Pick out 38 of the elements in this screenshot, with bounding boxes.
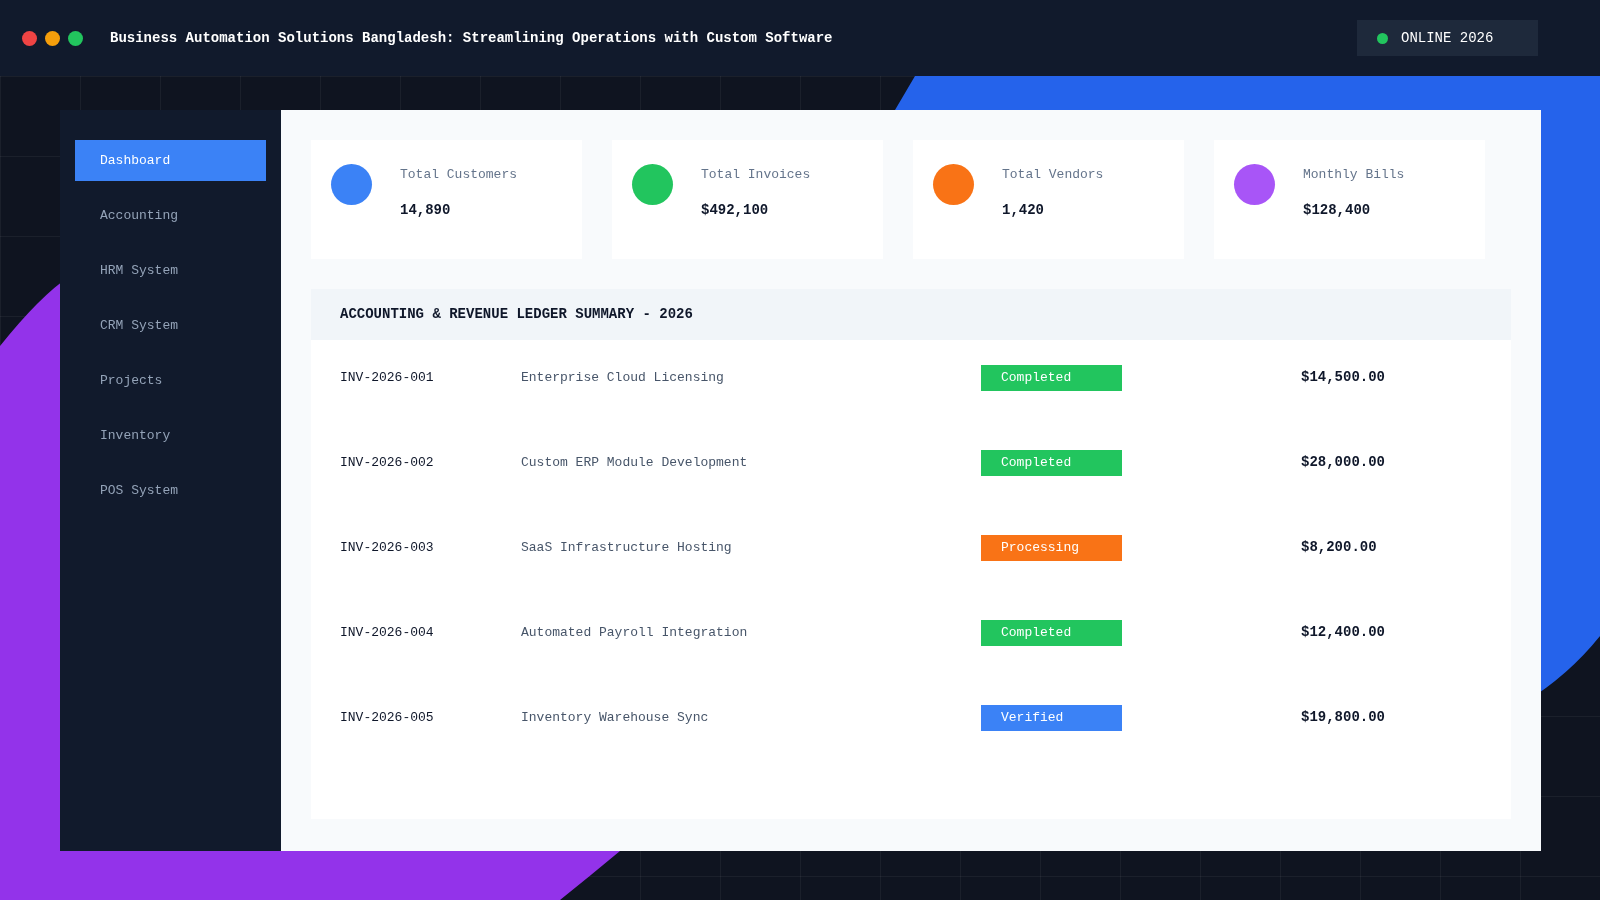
stat-value: $492,100	[701, 200, 770, 220]
invoice-description: Automated Payroll Integration	[521, 623, 749, 642]
status-badge: Completed	[981, 449, 1122, 476]
invoice-amount: $8,200.00	[1301, 538, 1377, 557]
invoice-amount: $14,500.00	[1301, 368, 1385, 387]
invoice-description: Custom ERP Module Development	[521, 453, 749, 472]
invoice-amount: $19,800.00	[1301, 708, 1385, 727]
status-badge: Completed	[981, 619, 1122, 646]
window-title: Business Automation Solutions Bangladesh: Streamlining Operations with Custom Software	[110, 28, 833, 48]
sidebar-item[interactable]: Inventory	[75, 415, 266, 456]
invoice-description: Enterprise Cloud Licensing	[521, 368, 725, 387]
stat-value: 1,420	[1002, 200, 1045, 220]
invoice-id: INV-2026-001	[340, 368, 435, 387]
stat-value: $128,400	[1303, 200, 1372, 220]
status-label: ONLINE 2026	[1401, 28, 1494, 48]
stat-label: Monthly Bills	[1303, 166, 1405, 184]
stat-label: Total Vendors	[1002, 166, 1104, 184]
invoice-id: INV-2026-003	[340, 538, 435, 557]
status-badge: Processing	[981, 534, 1122, 561]
invoice-id: INV-2026-004	[340, 623, 435, 642]
stat-label: Total Invoices	[701, 166, 811, 184]
stat-label: Total Customers	[400, 166, 518, 184]
stat-value: 14,890	[400, 200, 452, 220]
ledger-title: ACCOUNTING & REVENUE LEDGER SUMMARY - 2026	[340, 305, 693, 324]
sidebar-item[interactable]: POS System	[75, 470, 266, 511]
invoice-id: INV-2026-005	[340, 708, 435, 727]
invoice-amount: $12,400.00	[1301, 623, 1385, 642]
status-badge: Verified	[981, 704, 1122, 731]
invoice-description: Inventory Warehouse Sync	[521, 708, 710, 727]
invoice-description: SaaS Infrastructure Hosting	[521, 538, 733, 557]
sidebar-item[interactable]: CRM System	[75, 305, 266, 346]
invoice-id: INV-2026-002	[340, 453, 435, 472]
sidebar-item[interactable]: HRM System	[75, 250, 266, 291]
status-badge: Completed	[981, 364, 1122, 391]
sidebar-item[interactable]: Accounting	[75, 195, 266, 236]
invoice-amount: $28,000.00	[1301, 453, 1385, 472]
sidebar-item[interactable]: Projects	[75, 360, 266, 401]
sidebar-item[interactable]: Dashboard	[75, 140, 266, 181]
